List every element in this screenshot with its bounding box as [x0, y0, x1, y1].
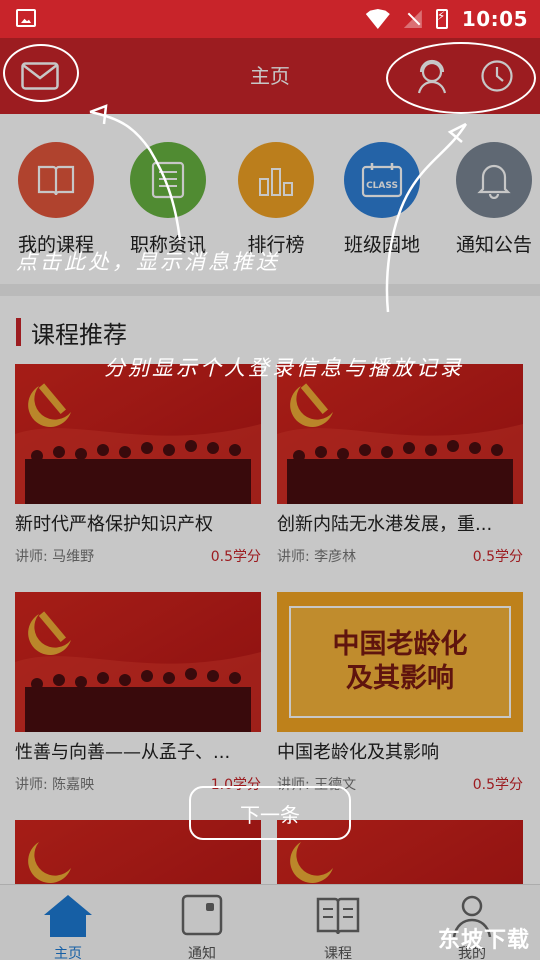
- annotation-text: 分别显示个人登录信息与播放记录: [104, 356, 464, 380]
- watermark: 东坡下载: [437, 928, 530, 953]
- annotation-text: 点击此处，显示消息推送: [16, 250, 280, 274]
- next-tip-button[interactable]: 下一条: [189, 786, 351, 840]
- app-screen: 10:05 主页: [0, 0, 540, 960]
